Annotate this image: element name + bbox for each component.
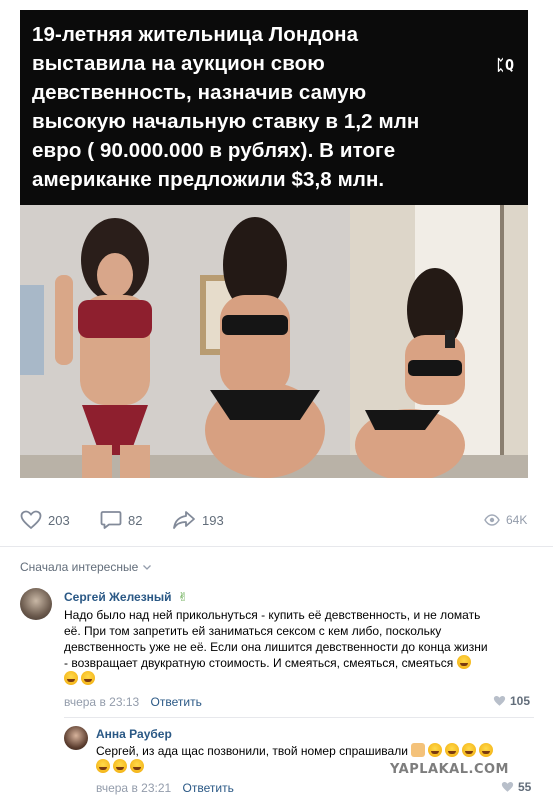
post-card: 19-летняя жительница Лондона выставила н… xyxy=(0,0,553,801)
caption-line: евро ( 90.000.000 в рублях). В итоге xyxy=(32,139,396,162)
comment-line: девственность уже не её. Если она лишитс… xyxy=(64,640,488,654)
laughing-emoji-icon xyxy=(81,671,95,685)
laughing-emoji-icon xyxy=(130,759,144,773)
comment-like-count: 105 xyxy=(510,694,531,708)
comment-emoji-line xyxy=(64,671,534,687)
heart-icon xyxy=(20,510,42,530)
laughing-emoji-icon xyxy=(479,743,494,757)
caption-line: американке предложили $3,8 млн. xyxy=(32,168,385,191)
comment-item: Сергей Железный ✌ Надо было над ней прик… xyxy=(0,585,553,715)
laughing-emoji-icon xyxy=(96,759,110,773)
like-heart-icon xyxy=(493,695,506,706)
chevron-down-icon xyxy=(143,565,152,570)
comment-line: - возвращает двукратную стоимость. И сме… xyxy=(64,655,534,671)
views-count: 64K xyxy=(506,513,528,527)
avatar[interactable] xyxy=(20,588,52,620)
author-name: Сергей Железный xyxy=(64,590,172,604)
comment-author[interactable]: Анна Раубер xyxy=(96,727,172,741)
divider xyxy=(64,717,534,718)
post-photo[interactable] xyxy=(20,205,528,478)
comment-button[interactable]: 82 xyxy=(100,509,142,531)
comment-time[interactable]: вчера в 23:21 xyxy=(96,781,171,795)
caption-line: высокую начальную ставку в 1,2 млн xyxy=(32,110,420,133)
comment-line: её. При том запретить ей заниматься секс… xyxy=(64,624,442,638)
divider xyxy=(0,546,553,547)
caption-line: 19-летняя жительница Лондона xyxy=(32,23,359,46)
comment-like-button[interactable]: 105 xyxy=(493,694,530,708)
reply-button[interactable]: Ответить xyxy=(183,781,234,795)
caption-line: девственность, назначив самую xyxy=(32,81,367,104)
like-count: 203 xyxy=(48,512,70,528)
photo-illustration xyxy=(20,205,528,478)
comment-like-button[interactable]: 55 xyxy=(501,780,531,794)
thumbs-up-emoji-icon xyxy=(411,743,426,757)
laughing-emoji-icon xyxy=(64,671,78,685)
comment-text: Надо было над ней прикольнуться - купить… xyxy=(64,607,534,687)
avatar[interactable] xyxy=(64,726,88,750)
comment-count: 82 xyxy=(128,512,143,528)
comment-icon xyxy=(100,511,122,529)
sort-label: Сначала интересные xyxy=(20,560,139,574)
laughing-emoji-icon xyxy=(462,743,477,757)
views-counter: 64K xyxy=(484,509,527,531)
laughing-emoji-icon xyxy=(428,743,443,757)
comment-author[interactable]: Сергей Железный ✌ xyxy=(64,590,188,604)
reply-button[interactable]: Ответить xyxy=(151,695,202,709)
comment-meta: вчера в 23:13 Ответить xyxy=(64,695,202,709)
watermark: YAPLAKAL.COM xyxy=(390,762,509,777)
comment-like-count: 55 xyxy=(518,780,532,794)
comment-time[interactable]: вчера в 23:13 xyxy=(64,695,139,709)
comment-meta: вчера в 23:21 Ответить xyxy=(96,781,234,795)
like-button[interactable]: 203 xyxy=(20,509,70,531)
laughing-emoji-icon xyxy=(445,743,460,757)
action-bar: 203 82 193 64K xyxy=(0,496,553,546)
caption-line: выставила на аукцион свою xyxy=(32,52,325,75)
eye-icon xyxy=(484,514,500,526)
laughing-emoji-icon xyxy=(113,759,127,773)
like-heart-icon xyxy=(501,781,514,792)
comment-line: Надо было над ней прикольнуться - купить… xyxy=(64,608,481,622)
comments-sort[interactable]: Сначала интересные xyxy=(20,560,152,574)
status-emoji-icon: ✌ xyxy=(177,590,188,604)
caption-logo: ᛈQ xyxy=(495,56,515,74)
share-button[interactable]: 193 xyxy=(172,509,224,531)
share-count: 193 xyxy=(202,512,224,528)
share-icon xyxy=(173,511,195,529)
laughing-emoji-icon xyxy=(456,655,471,669)
comment-line: Сергей, из ада щас позвонили, твой номер… xyxy=(96,743,536,759)
post-caption: 19-летняя жительница Лондона выставила н… xyxy=(20,10,528,205)
